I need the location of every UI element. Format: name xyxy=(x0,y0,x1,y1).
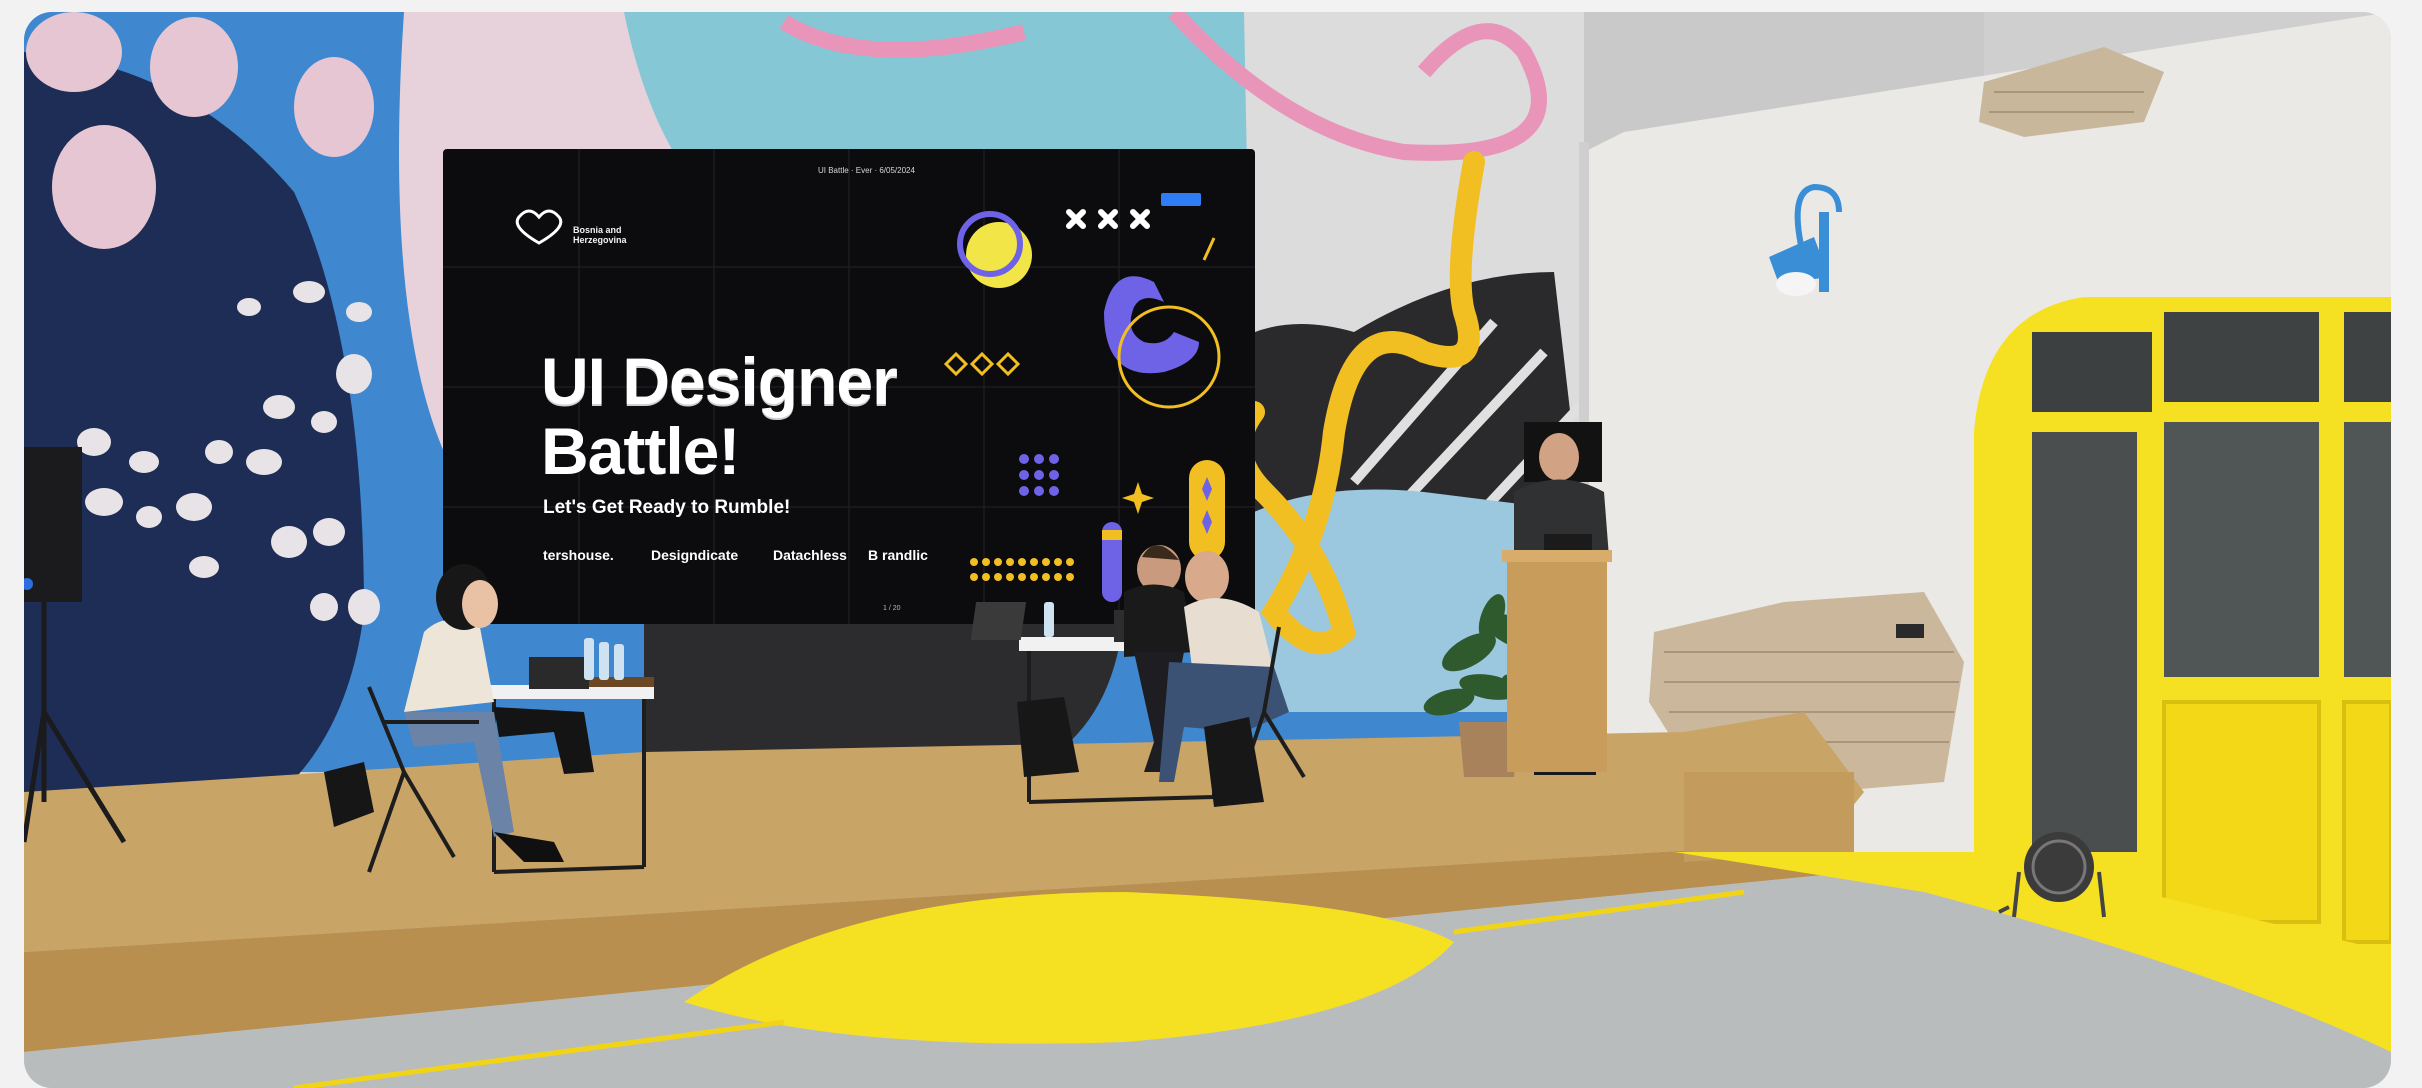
wall-lamp-bracket xyxy=(1819,212,1829,292)
stage-scene xyxy=(24,12,2391,1088)
mural-spot xyxy=(150,17,238,117)
door-glass-far xyxy=(2344,312,2391,402)
door-panel-right xyxy=(2342,700,2391,944)
wall-outlet xyxy=(1896,624,1924,638)
water-bottles-left xyxy=(584,638,624,680)
center-laptop-1 xyxy=(970,602,1027,640)
screen-dot-grid xyxy=(1019,454,1059,496)
speaker xyxy=(24,447,82,602)
stage-step xyxy=(1684,772,1854,862)
screen-small-yellow-bar xyxy=(1102,530,1122,540)
mural-spot xyxy=(294,57,374,157)
water-bottle-center-2 xyxy=(1044,602,1054,637)
door-glass-left xyxy=(2032,432,2137,852)
podium xyxy=(1507,557,1607,772)
door-glass-mid xyxy=(2164,312,2319,402)
podium-top xyxy=(1502,550,1612,562)
wall-lamp-bulb xyxy=(1776,272,1816,296)
door-panel xyxy=(2162,700,2321,924)
mural-spot xyxy=(52,125,156,249)
door-glass-right xyxy=(2164,422,2319,677)
door-glass-far2 xyxy=(2344,422,2391,677)
photo: UI Battle · Ever · 6/05/2024 Bosnia and … xyxy=(24,12,2391,1088)
left-laptop xyxy=(529,657,589,689)
screen-yellow-circle xyxy=(966,222,1032,288)
door-glass-top xyxy=(2032,332,2152,412)
mural-spot xyxy=(26,12,122,92)
